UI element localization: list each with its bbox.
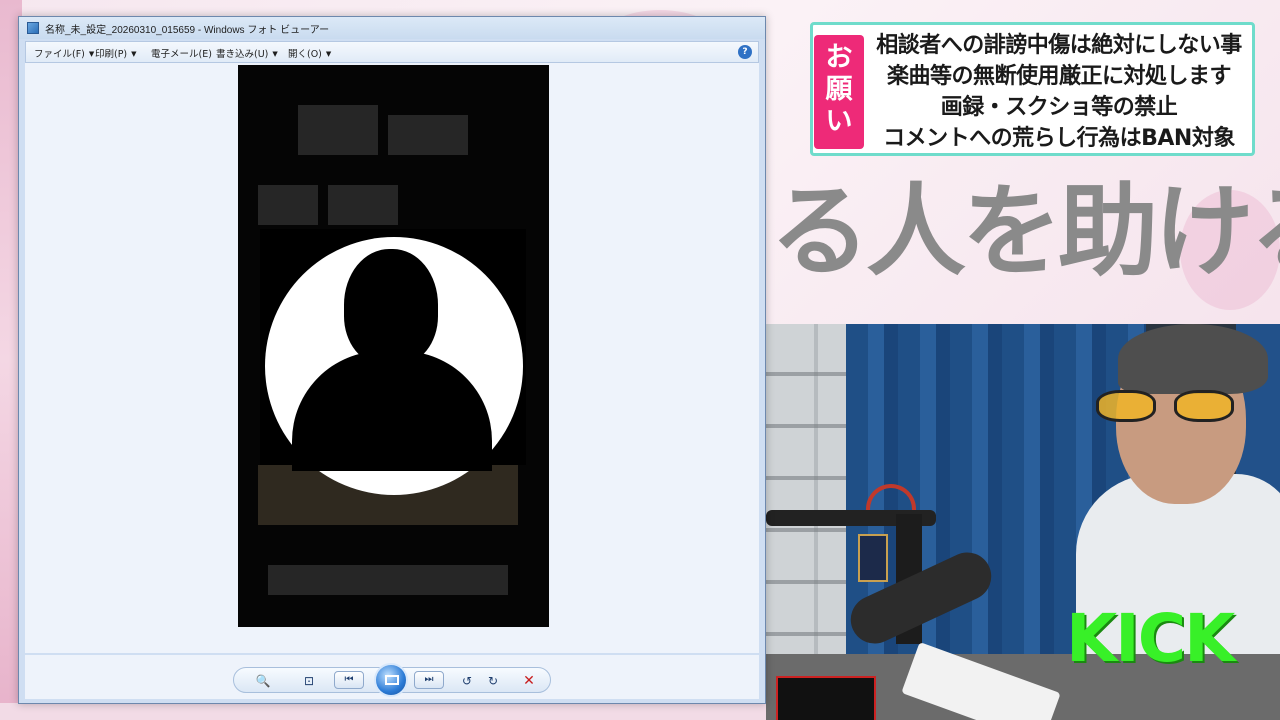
photo-viewer-icon bbox=[27, 22, 39, 34]
notice-lines: 相談者への誹謗中傷は絶対にしない事 楽曲等の無断使用厳正に対処します 画録・スク… bbox=[869, 30, 1249, 154]
menu-file[interactable]: ファイル(F) ▼ bbox=[34, 46, 94, 60]
photo-viewer-window: 名称_未_設定_20260310_015659 - Windows フォト ビュ… bbox=[18, 16, 766, 704]
menu-bar: ファイル(F) ▼ 印刷(P) ▼ 電子メール(E) 書き込み(U) ▼ 開く(O) ▼… bbox=[25, 41, 759, 63]
chevron-down-icon: ▼ bbox=[272, 50, 278, 58]
keyboard-red bbox=[776, 676, 876, 720]
slideshow-icon[interactable] bbox=[374, 663, 408, 697]
zoom-icon[interactable]: 🔍 bbox=[254, 673, 272, 689]
notice-tag: お願い bbox=[814, 35, 864, 149]
profile-silhouette bbox=[260, 229, 526, 495]
notice-line: 画録・スクショ等の禁止 bbox=[940, 95, 1178, 120]
menu-print[interactable]: 印刷(P) ▼ bbox=[95, 46, 137, 60]
displayed-image bbox=[238, 65, 549, 627]
notice-banner: お願い 相談者への誹謗中傷は絶対にしない事 楽曲等の無断使用厳正に対処します 画… bbox=[810, 22, 1255, 156]
notice-line: 相談者への誹謗中傷は絶対にしない事 bbox=[876, 33, 1242, 58]
help-icon[interactable]: ? bbox=[738, 45, 752, 59]
menu-burn[interactable]: 書き込み(U) ▼ bbox=[216, 46, 278, 60]
rotate-right-icon[interactable]: ↻ bbox=[484, 673, 502, 689]
notice-line: 楽曲等の無断使用厳正に対処します bbox=[886, 64, 1232, 89]
fit-window-icon[interactable]: ⊡ bbox=[300, 673, 318, 689]
glasses bbox=[1096, 390, 1246, 426]
menu-open[interactable]: 開く(O) ▼ bbox=[288, 46, 331, 60]
desk-card bbox=[858, 534, 888, 582]
next-icon[interactable]: ⏭ bbox=[414, 671, 444, 689]
chevron-down-icon: ▼ bbox=[325, 50, 332, 58]
window-title: 名称_未_設定_20260310_015659 - Windows フォト ビュ… bbox=[45, 25, 330, 36]
menu-email[interactable]: 電子メール(E) bbox=[151, 46, 212, 60]
chevron-down-icon: ▼ bbox=[88, 50, 95, 58]
chevron-down-icon: ▼ bbox=[131, 50, 137, 58]
previous-icon[interactable]: ⏮ bbox=[334, 671, 364, 689]
viewer-controls: 🔍 ⊡ ⏮ ⏭ ↺ ↻ ✕ bbox=[233, 663, 551, 697]
banner-text-partial bbox=[770, 296, 1280, 324]
silhouette-head bbox=[344, 249, 438, 365]
kick-logo: KICK bbox=[1066, 600, 1235, 677]
image-canvas bbox=[25, 63, 759, 653]
title-bar[interactable]: 名称_未_設定_20260310_015659 - Windows フォト ビュ… bbox=[19, 17, 765, 39]
webcam-feed: KICK bbox=[766, 324, 1280, 720]
navigation-bar: 🔍 ⊡ ⏮ ⏭ ↺ ↻ ✕ bbox=[25, 655, 759, 699]
notice-line: コメントへの荒らし行為はBAN対象 bbox=[883, 126, 1235, 151]
rotate-left-icon[interactable]: ↺ bbox=[458, 673, 476, 689]
delete-icon[interactable]: ✕ bbox=[520, 673, 538, 689]
banner-text: る人を助ける bbox=[770, 173, 1280, 290]
